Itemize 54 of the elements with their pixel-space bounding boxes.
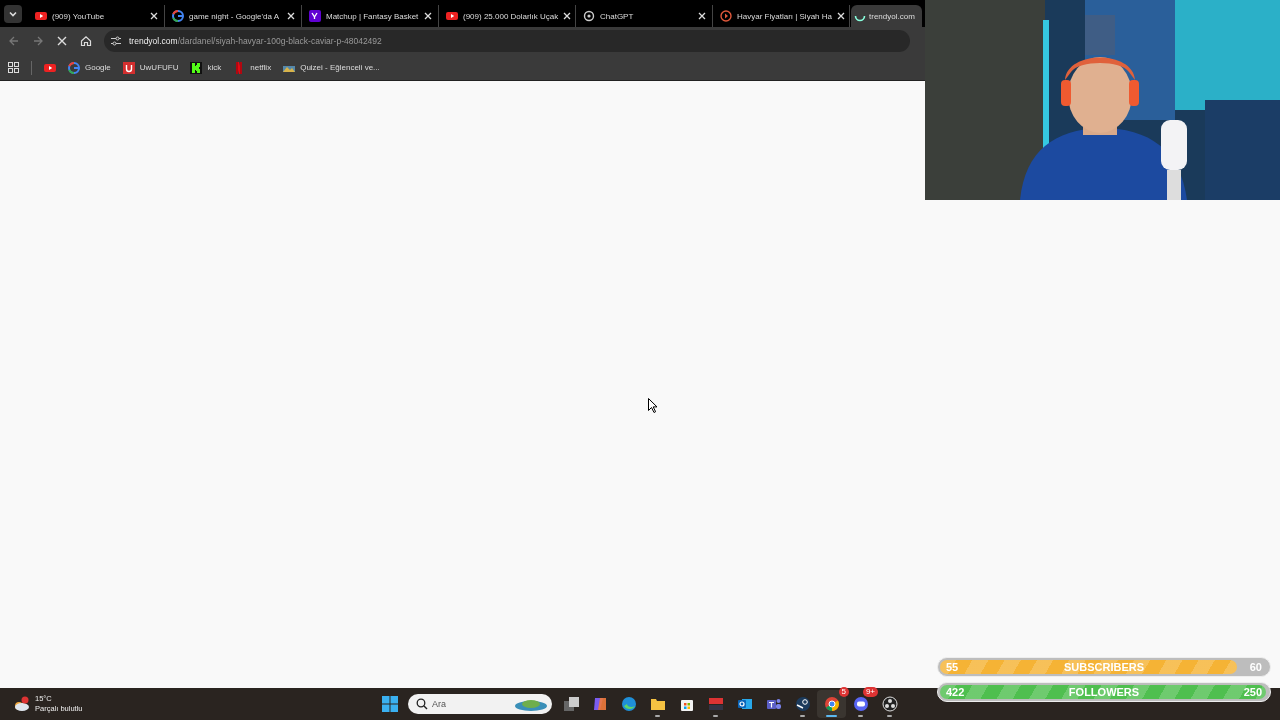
url-text: trendyol.com/dardanel/siyah-havyar-100g-black-caviar-p-48042492 [129,36,382,46]
browser-tab[interactable]: trendyol.com [851,5,922,27]
notification-badge: 5 [838,687,849,697]
caret-icon [8,9,18,19]
mixer-panel-icon [707,696,724,712]
bookmark[interactable]: Google [68,61,111,74]
back-icon[interactable] [8,35,20,47]
play-ring-icon [720,10,732,22]
bookmark[interactable]: netflix [233,61,272,74]
taskbar-app-button[interactable]: 5 [817,690,846,718]
g-letter-icon [68,61,80,74]
wave-globe-icon [620,696,637,712]
goal-label: SUBSCRIBERS [1063,661,1145,673]
close-tab-icon[interactable] [563,12,572,20]
close-tab-icon[interactable] [837,12,845,20]
forward-icon[interactable] [32,35,44,47]
folder-icon [649,696,666,712]
apps-grid-icon[interactable] [8,62,19,73]
record-disc-icon [881,696,898,712]
stop-icon[interactable] [56,35,68,47]
windows-start-icon[interactable] [382,696,398,712]
goal-current-count: 422 [946,686,965,698]
video-play-icon [35,10,47,22]
close-tab-icon[interactable] [424,12,432,20]
people-t-icon [765,696,782,712]
mouse-cursor-icon [648,398,658,413]
u-logo-icon [122,61,135,74]
address-bar[interactable]: trendyol.com/dardanel/siyah-havyar-100g-black-caviar-p-48042492 [104,30,910,52]
site-settings-icon[interactable] [110,35,122,47]
home-icon[interactable] [80,35,92,47]
chrome-circle-icon [823,696,840,712]
close-tab-icon[interactable] [698,12,706,20]
goal-target-count: 250 [1243,686,1262,698]
notification-badge: 9+ [862,687,878,697]
search-icon [416,698,428,710]
goal-label: FOLLOWERS [1068,686,1140,698]
goal-current-count: 55 [946,661,959,673]
video-play-icon [44,61,56,74]
goal-target-count: 60 [1249,661,1262,673]
bookmark[interactable]: kick [190,61,222,74]
bookmark[interactable]: Quizei - Eğlenceli ve... [283,61,380,74]
g-letter-icon [172,10,184,22]
close-tab-icon[interactable] [150,12,158,20]
envelope-o-icon [736,696,753,712]
bookmark[interactable] [44,61,56,74]
k-logo-icon [190,61,203,74]
y-logo-icon [309,10,321,22]
taskbar-app-button[interactable]: 9+ [846,690,875,718]
cloud-sun-icon [12,696,30,712]
bookmark[interactable]: UwUFUFU [122,61,179,74]
task-view-icon [562,696,579,712]
close-tab-icon[interactable] [287,12,295,20]
video-play-icon [446,10,458,22]
tab-list-button[interactable] [4,5,22,23]
